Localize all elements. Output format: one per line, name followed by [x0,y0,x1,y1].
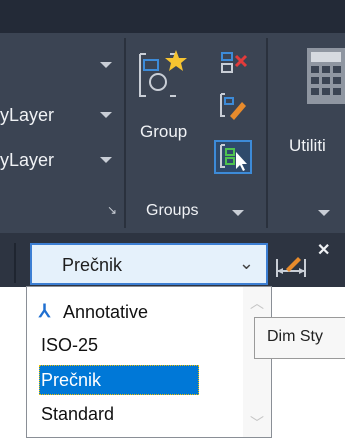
ungroup-icon [221,52,248,73]
bar-separator [14,243,16,283]
group-edit-button[interactable] [216,90,250,122]
ungroup-button[interactable] [216,50,250,80]
dropdown-item-standard[interactable]: Standard [27,399,241,429]
dim-style-button[interactable] [272,247,312,283]
dropdown-scrollbar[interactable]: ︿ ﹀ [243,287,271,437]
chevron-down-icon: ⌄ [238,253,254,273]
scroll-down-icon[interactable]: ﹀ [250,413,264,433]
dropdown-item-iso-25[interactable]: ISO-25 [27,330,241,360]
chevron-down-icon[interactable] [100,157,112,163]
groups-panel-title: Groups [146,202,199,219]
panel-separator [124,38,126,228]
dropdown-item-label: Prečnik [41,370,102,390]
dim-style-tooltip: Dim Sty [254,317,345,359]
dimension-style-combo[interactable]: Prečnik ⌄ [30,243,268,285]
scroll-up-icon[interactable]: ︿ [250,293,264,313]
group-selection-icon [220,144,247,171]
dropdown-item-label: ISO-25 [41,335,99,355]
panel-expander-icon[interactable]: ↘ [107,203,117,217]
utilities-expand-icon[interactable] [318,210,330,216]
chevron-down-icon[interactable] [100,112,112,118]
layer-combo-2[interactable]: yLayer [0,100,122,130]
dim-style-icon [276,257,306,277]
group-button-label: Group [140,122,188,141]
dimension-style-value: Prečnik [62,255,123,275]
annotative-icon: ⅄ [39,301,50,321]
calculator-icon [307,48,345,104]
groups-panel-expand-icon[interactable] [232,210,244,216]
panel-separator [266,38,268,228]
group-selection-toggle[interactable] [214,140,252,174]
ribbon-tab-strip [0,0,345,33]
dropdown-item-annotative[interactable]: ⅄ Annotative [27,297,241,327]
group-icon [139,50,187,97]
close-icon[interactable]: ✕ [317,240,330,260]
group-edit-icon [220,93,246,120]
utilities-button[interactable] [306,46,345,110]
chevron-down-icon[interactable] [100,62,112,68]
utilities-label: Utiliti [289,136,326,155]
dropdown-item-label: Annotative [63,302,149,322]
layer-combo-1[interactable] [0,50,122,80]
dimension-style-dropdown: ⅄ Annotative ISO-25 Prečnik Standard ︿ ﹀ [26,286,272,438]
group-button[interactable] [134,46,204,116]
dropdown-item-precnik[interactable]: Prečnik [39,365,199,395]
layer-combo-3-value: yLayer [0,150,55,170]
dropdown-item-label: Standard [41,404,115,424]
layer-combo-3[interactable]: yLayer [0,145,122,175]
layer-combo-2-value: yLayer [0,105,55,125]
